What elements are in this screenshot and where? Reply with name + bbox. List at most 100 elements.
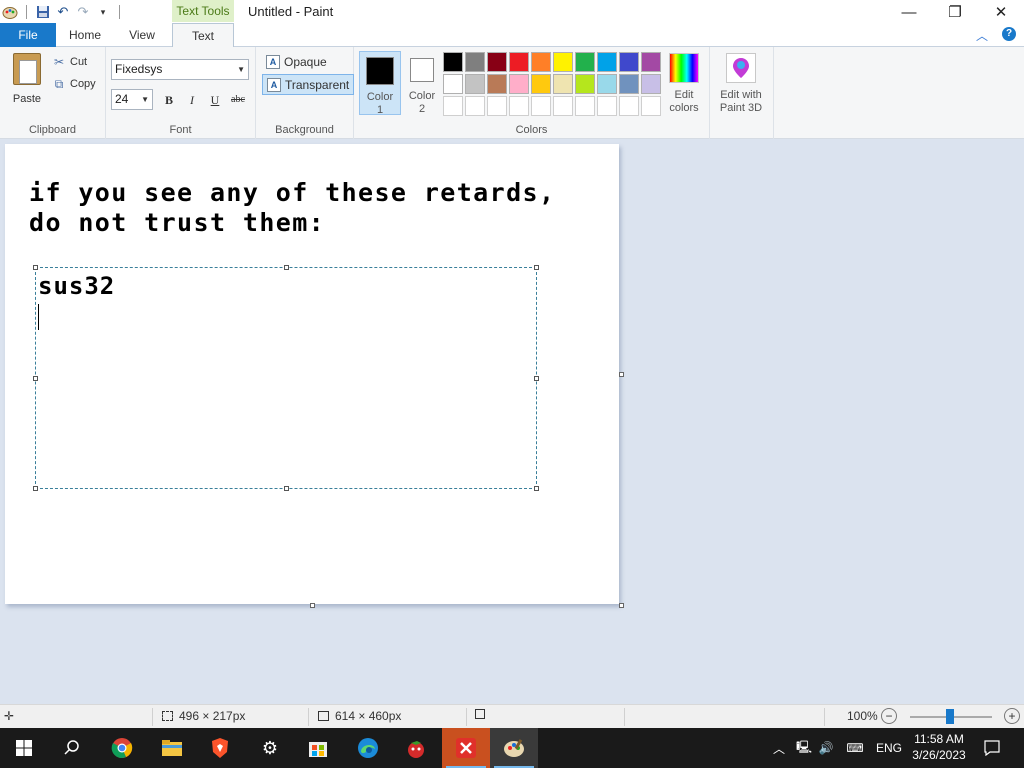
transparent-button[interactable]: A Transparent xyxy=(262,74,355,95)
network-icon[interactable]: 🖳 xyxy=(796,738,812,759)
canvas-resize-handle-bottom[interactable] xyxy=(310,603,315,608)
help-icon[interactable]: ? xyxy=(1002,27,1016,41)
save-icon[interactable] xyxy=(33,2,53,22)
file-explorer-icon[interactable] xyxy=(148,728,196,768)
chevron-down-icon: ▼ xyxy=(141,95,149,104)
restore-button[interactable]: ❐ xyxy=(932,0,978,24)
font-family-dropdown[interactable]: Fixedsys ▼ xyxy=(111,59,249,80)
palette-color-swatch[interactable] xyxy=(465,96,485,116)
palette-color-swatch[interactable] xyxy=(597,52,617,72)
palette-color-swatch[interactable] xyxy=(465,52,485,72)
brave-icon[interactable] xyxy=(196,728,244,768)
settings-icon[interactable]: ⚙ xyxy=(246,728,294,768)
paint-icon[interactable] xyxy=(490,728,538,768)
palette-color-swatch[interactable] xyxy=(641,96,661,116)
palette-color-swatch[interactable] xyxy=(553,96,573,116)
palette-color-swatch[interactable] xyxy=(575,96,595,116)
palette-color-swatch[interactable] xyxy=(509,96,529,116)
customize-qat-icon[interactable]: ▾ xyxy=(93,2,113,22)
paste-button[interactable]: Paste xyxy=(8,53,46,105)
palette-color-swatch[interactable] xyxy=(443,96,463,116)
opaque-button[interactable]: A Opaque xyxy=(262,51,331,72)
palette-color-swatch[interactable] xyxy=(531,52,551,72)
palette-color-swatch[interactable] xyxy=(641,52,661,72)
palette-color-swatch[interactable] xyxy=(619,74,639,94)
copy-button[interactable]: ⧉ Copy xyxy=(52,74,96,94)
language-indicator[interactable]: ENG xyxy=(876,741,902,755)
zoom-slider-thumb[interactable] xyxy=(946,709,954,724)
edge-icon[interactable] xyxy=(344,728,392,768)
selection-size-readout: 496 × 217px xyxy=(162,709,245,723)
undo-icon[interactable]: ↶ xyxy=(53,2,73,22)
zoom-level: 100% xyxy=(847,709,878,723)
textbox-resize-handle[interactable] xyxy=(534,265,539,270)
textbox-resize-handle[interactable] xyxy=(33,265,38,270)
palette-color-swatch[interactable] xyxy=(509,74,529,94)
palette-color-swatch[interactable] xyxy=(443,74,463,94)
textbox-resize-handle[interactable] xyxy=(534,376,539,381)
italic-button[interactable]: I xyxy=(182,90,202,110)
palette-color-swatch[interactable] xyxy=(575,52,595,72)
edit-colors-button[interactable]: Edit colors xyxy=(666,53,702,115)
bold-button[interactable]: B xyxy=(159,90,179,110)
minimize-button[interactable]: — xyxy=(886,0,932,24)
palette-color-swatch[interactable] xyxy=(487,96,507,116)
palette-color-swatch[interactable] xyxy=(619,96,639,116)
palette-color-swatch[interactable] xyxy=(487,74,507,94)
palette-color-swatch[interactable] xyxy=(531,74,551,94)
palette-color-swatch[interactable] xyxy=(553,74,573,94)
canvas-workspace[interactable]: if you see any of these retards, do not … xyxy=(0,139,1024,704)
edit-with-paint3d-button[interactable]: Edit with Paint 3D xyxy=(714,53,768,115)
cut-label: Cut xyxy=(70,56,88,68)
red-x-app-icon[interactable] xyxy=(442,728,490,768)
textbox-resize-handle[interactable] xyxy=(33,376,38,381)
textbox-resize-handle[interactable] xyxy=(284,486,289,491)
drawing-canvas[interactable]: if you see any of these retards, do not … xyxy=(5,144,619,604)
chrome-icon[interactable] xyxy=(98,728,146,768)
palette-color-swatch[interactable] xyxy=(641,74,661,94)
keyboard-icon[interactable]: ⌨ xyxy=(844,741,866,755)
textbox-resize-handle[interactable] xyxy=(33,486,38,491)
canvas-resize-handle-right[interactable] xyxy=(619,372,624,377)
cut-button[interactable]: ✂ Cut xyxy=(52,52,87,72)
text-input-box[interactable]: sus32 xyxy=(33,265,539,491)
taskbar-clock[interactable]: 11:58 AM 3/26/2023 xyxy=(906,731,972,763)
palette-color-swatch[interactable] xyxy=(531,96,551,116)
zoom-in-button[interactable]: + xyxy=(1004,708,1020,724)
zoom-out-button[interactable]: − xyxy=(881,708,897,724)
collapse-ribbon-icon[interactable]: ︿ xyxy=(976,27,988,44)
color2-button[interactable]: Color 2 xyxy=(401,51,443,115)
palette-color-swatch[interactable] xyxy=(443,52,463,72)
volume-icon[interactable]: 🔊 xyxy=(818,741,834,755)
notifications-icon[interactable] xyxy=(968,728,1016,768)
paint-app-icon[interactable] xyxy=(0,2,20,22)
redo-icon[interactable]: ↷ xyxy=(73,2,93,22)
palette-color-swatch[interactable] xyxy=(619,52,639,72)
close-button[interactable]: ✕ xyxy=(978,0,1024,24)
palette-color-swatch[interactable] xyxy=(487,52,507,72)
palette-color-swatch[interactable] xyxy=(597,74,617,94)
canvas-resize-handle-corner[interactable] xyxy=(619,603,624,608)
tab-view[interactable]: View xyxy=(114,23,170,47)
tab-home[interactable]: Home xyxy=(56,23,114,47)
palette-color-swatch[interactable] xyxy=(553,52,573,72)
color1-button[interactable]: Color 1 xyxy=(359,51,401,116)
textbox-resize-handle[interactable] xyxy=(284,265,289,270)
palette-color-swatch[interactable] xyxy=(575,74,595,94)
cursor-position-icon: ✛ xyxy=(4,709,15,723)
palette-color-swatch[interactable] xyxy=(597,96,617,116)
textbox-resize-handle[interactable] xyxy=(534,486,539,491)
strikethrough-button[interactable]: abc xyxy=(228,90,248,110)
chevron-up-icon[interactable]: ︿ xyxy=(772,740,786,757)
status-divider xyxy=(624,708,625,726)
store-icon[interactable] xyxy=(294,728,342,768)
font-size-dropdown[interactable]: 24 ▼ xyxy=(111,89,153,110)
start-icon[interactable] xyxy=(0,728,48,768)
tab-text[interactable]: Text xyxy=(172,23,234,48)
palette-color-swatch[interactable] xyxy=(509,52,529,72)
underline-button[interactable]: U xyxy=(205,90,225,110)
tab-file[interactable]: File xyxy=(0,23,56,47)
search-icon[interactable] xyxy=(48,728,96,768)
palette-color-swatch[interactable] xyxy=(465,74,485,94)
tomato-app-icon[interactable] xyxy=(392,728,440,768)
